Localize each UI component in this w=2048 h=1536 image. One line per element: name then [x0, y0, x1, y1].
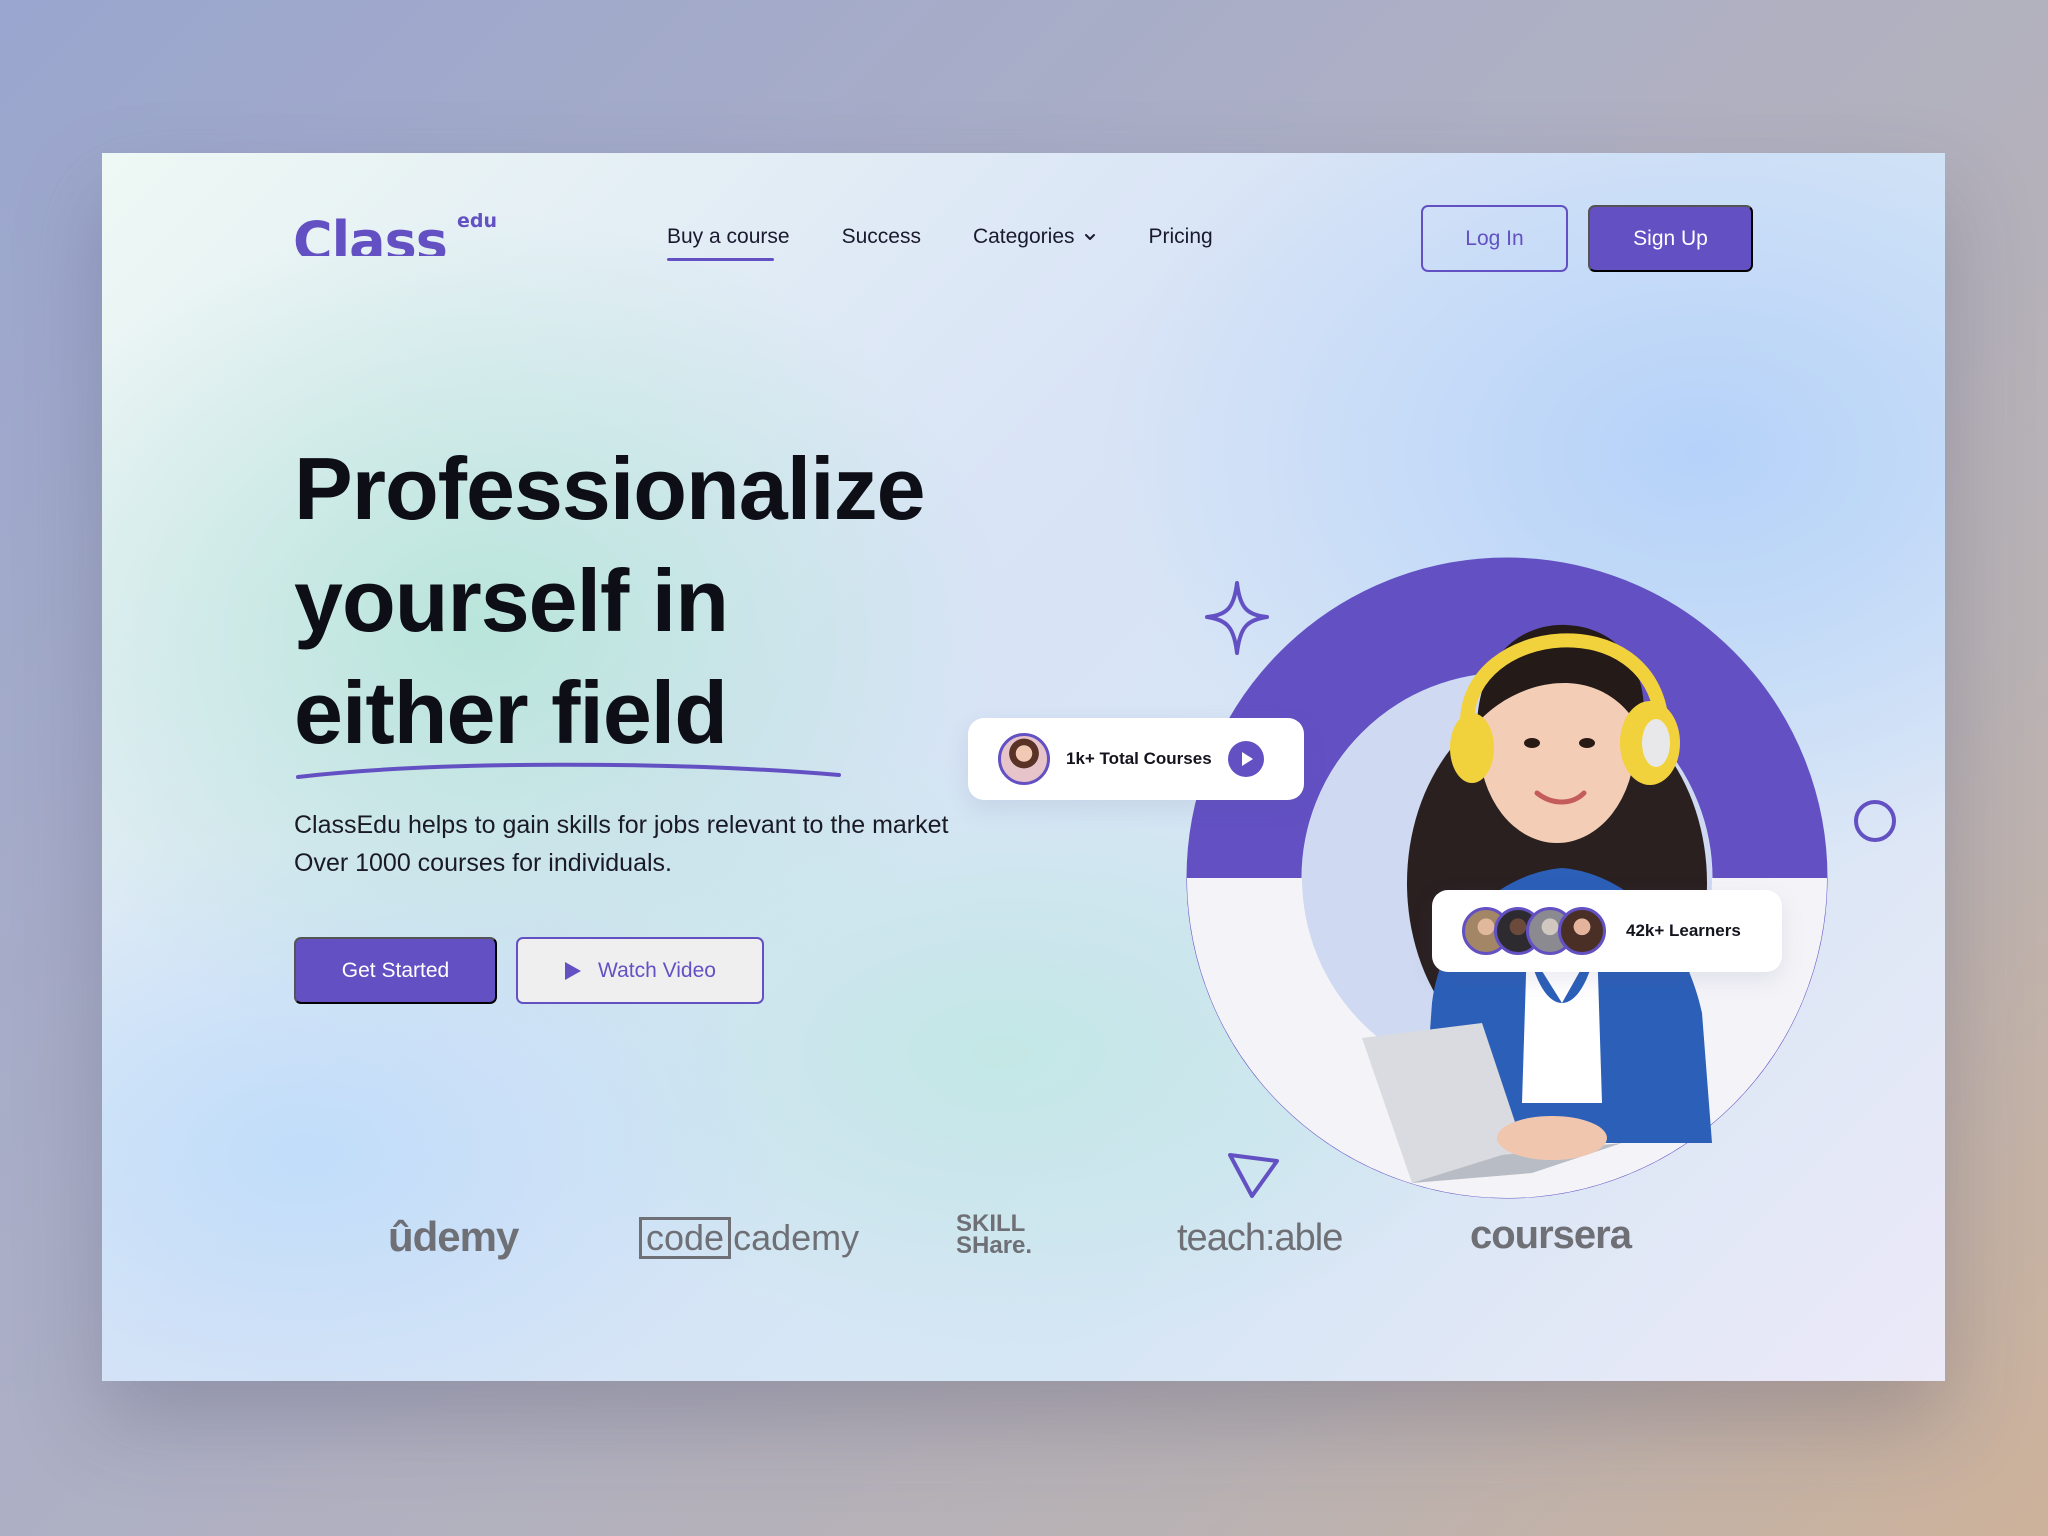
hero-subtext: ClassEdu helps to gain skills for jobs r… — [294, 811, 949, 877]
watch-video-button[interactable]: Watch Video — [516, 937, 764, 1004]
main-nav: Buy a course Success Categories Pricing — [667, 225, 1265, 261]
headline-underline — [296, 762, 841, 779]
nav-item-buy-course[interactable]: Buy a course — [667, 225, 790, 261]
learners-badge: 42k+ Learners — [1432, 890, 1782, 972]
play-icon[interactable] — [1227, 741, 1264, 777]
circle-outline-icon — [1854, 800, 1896, 842]
hero-illustration — [1186, 557, 1896, 1199]
nav-label: Success — [841, 225, 921, 248]
chevron-down-icon — [1084, 234, 1095, 240]
logo-main-text: Class — [293, 212, 447, 256]
nav-label: Categories — [972, 225, 1075, 248]
logo-sup-text: edu — [457, 210, 498, 232]
logo[interactable]: Class edu — [293, 210, 513, 270]
headline-line-1: Professionalize — [294, 439, 926, 538]
codecademy-box: code — [639, 1217, 732, 1259]
nav-item-categories[interactable]: Categories — [973, 225, 1097, 249]
nav-label: Buy a course — [667, 225, 790, 248]
get-started-button[interactable]: Get Started — [294, 937, 497, 1004]
login-button[interactable]: Log In — [1421, 205, 1568, 272]
play-icon — [565, 961, 582, 980]
partner-logos: ûdemy code cademy SKILL SHare. teach:abl… — [102, 1212, 1945, 1293]
signup-button[interactable]: Sign Up — [1588, 205, 1753, 272]
course-avatar — [998, 733, 1050, 785]
headline-line-2: yourself in — [294, 551, 729, 650]
avatar — [1558, 907, 1606, 955]
codecademy-logo: code cademy — [639, 1217, 859, 1259]
learner-avatars — [1462, 907, 1606, 955]
learners-badge-label: 42k+ Learners — [1626, 921, 1741, 940]
nav-label: Pricing — [1148, 225, 1213, 248]
hero-headline: Professionalize yourself in either field — [294, 433, 1054, 769]
teachable-logo: teach:able — [1177, 1217, 1343, 1259]
codecademy-rest: cademy — [733, 1217, 860, 1258]
triangle-outline-icon — [1228, 1153, 1279, 1198]
total-courses-badge[interactable]: 1k+ Total Courses — [968, 718, 1304, 800]
landing-page: Class edu Buy a course Success Categorie… — [102, 153, 1945, 1381]
sparkle-icon — [1205, 581, 1269, 655]
skillshare-logo: SKILL SHare. — [956, 1212, 1033, 1259]
udemy-logo: ûdemy — [388, 1213, 519, 1260]
courses-badge-label: 1k+ Total Courses — [1066, 749, 1212, 768]
nav-item-pricing[interactable]: Pricing — [1149, 225, 1213, 249]
nav-item-success[interactable]: Success — [842, 225, 921, 249]
skillshare-line-2: SHare. — [956, 1232, 1033, 1259]
coursera-logo: coursera — [1470, 1213, 1632, 1257]
watch-video-label: Watch Video — [598, 958, 716, 982]
